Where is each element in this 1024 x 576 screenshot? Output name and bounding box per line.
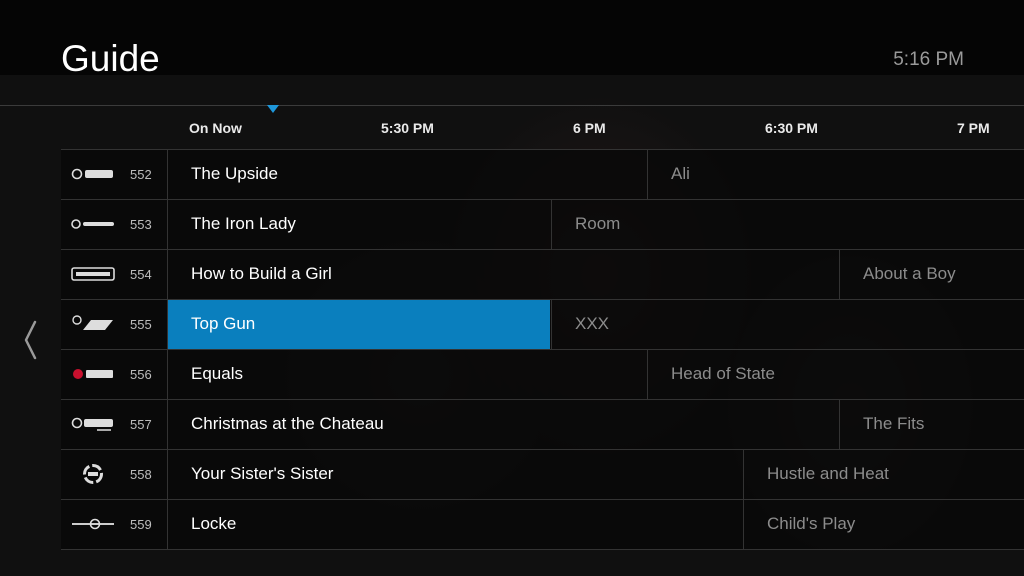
- chevron-left-icon[interactable]: [20, 318, 42, 362]
- time-bar: On Now 5:30 PM 6 PM 6:30 PM 7 PM: [0, 105, 1024, 151]
- page-title: Guide: [61, 38, 160, 79]
- sho-women-logo-icon: [71, 219, 114, 229]
- program-cell[interactable]: Locke: [168, 500, 742, 549]
- program-title: About a Boy: [863, 264, 956, 283]
- channel-cell[interactable]: 556: [61, 350, 168, 399]
- channel-number: 554: [130, 267, 152, 282]
- channel-cell[interactable]: 555: [61, 300, 168, 349]
- program-title: Top Gun: [191, 314, 256, 333]
- channel-cell[interactable]: 557: [61, 400, 168, 449]
- time-label-6-30: 6:30 PM: [765, 120, 818, 136]
- channel-cell[interactable]: 552: [61, 150, 168, 199]
- program-cell[interactable]: About a Boy: [839, 250, 1024, 299]
- program-cell-selected[interactable]: Top Gun: [168, 300, 550, 349]
- channel-row: 553 The Iron Lady Room: [61, 199, 1024, 249]
- the-movie-channel-logo-icon: [83, 464, 103, 484]
- program-title: Christmas at the Chateau: [191, 414, 384, 433]
- program-cell[interactable]: Ali: [647, 150, 1024, 199]
- time-label-6-00: 6 PM: [573, 120, 606, 136]
- time-label-5-30: 5:30 PM: [381, 120, 434, 136]
- program-title: The Iron Lady: [191, 214, 296, 233]
- channel-number: 559: [130, 517, 152, 532]
- time-label-on-now: On Now: [189, 120, 242, 136]
- now-marker-icon: [267, 105, 279, 113]
- channel-row: 554 How to Build a Girl About a Boy: [61, 249, 1024, 299]
- channel-cell[interactable]: 558: [61, 450, 168, 499]
- program-cell[interactable]: Head of State: [647, 350, 1024, 399]
- sho-family-logo-icon: [71, 417, 113, 431]
- sho-next-logo-icon: [73, 369, 113, 379]
- sho-bet-logo-icon: [71, 168, 113, 180]
- channel-row: 552 The Upside Ali: [61, 149, 1024, 199]
- channel-number: 552: [130, 167, 152, 182]
- channel-number: 557: [130, 417, 152, 432]
- channel-number: 558: [130, 467, 152, 482]
- the-movie-channel-xtra-logo-icon: [72, 518, 114, 530]
- channel-number: 555: [130, 317, 152, 332]
- channel-row: 558 Your Sister's Sister Hustle and Heat: [61, 449, 1024, 499]
- program-cell[interactable]: Hustle and Heat: [743, 450, 1024, 499]
- program-title: Hustle and Heat: [767, 464, 889, 483]
- channel-row: 555 Top Gun XXX: [61, 299, 1024, 349]
- program-cell[interactable]: Room: [551, 200, 1024, 249]
- program-cell[interactable]: The Upside: [168, 150, 646, 199]
- channel-cell[interactable]: 553: [61, 200, 168, 249]
- clock: 5:16 PM: [893, 49, 964, 70]
- channel-cell[interactable]: 559: [61, 500, 168, 549]
- program-title: The Upside: [191, 164, 278, 183]
- program-cell[interactable]: The Fits: [839, 400, 1024, 449]
- program-title: How to Build a Girl: [191, 264, 332, 283]
- program-title: Locke: [191, 514, 237, 533]
- program-cell[interactable]: The Iron Lady: [168, 200, 550, 249]
- showcase-logo-icon: [71, 267, 115, 281]
- channel-cell[interactable]: 554: [61, 250, 168, 299]
- program-cell[interactable]: Equals: [168, 350, 646, 399]
- program-title: XXX: [575, 314, 610, 333]
- channel-number: 556: [130, 367, 152, 382]
- channel-row: 556 Equals Head of State: [61, 349, 1024, 399]
- sho-extreme-logo-icon: [72, 315, 113, 330]
- program-title: Room: [575, 214, 621, 233]
- program-cell[interactable]: Child's Play: [743, 500, 1024, 549]
- program-title: Equals: [191, 364, 243, 383]
- guide-grid: 552 The Upside Ali 553 The Iron Lady Roo…: [61, 149, 1024, 550]
- channel-row: 557 Christmas at the Chateau The Fits: [61, 399, 1024, 449]
- program-title: Head of State: [671, 364, 775, 383]
- program-title: Your Sister's Sister: [191, 464, 334, 483]
- program-title: Child's Play: [767, 514, 856, 533]
- program-cell[interactable]: XXX: [551, 300, 1024, 349]
- program-cell[interactable]: How to Build a Girl: [168, 250, 838, 299]
- channel-number: 553: [130, 217, 152, 232]
- program-title: The Fits: [863, 414, 925, 433]
- time-label-7-00: 7 PM: [957, 120, 990, 136]
- program-title: Ali: [671, 164, 690, 183]
- program-cell[interactable]: Christmas at the Chateau: [168, 400, 838, 449]
- program-cell[interactable]: Your Sister's Sister: [168, 450, 742, 499]
- channel-row: 559 Locke Child's Play: [61, 499, 1024, 550]
